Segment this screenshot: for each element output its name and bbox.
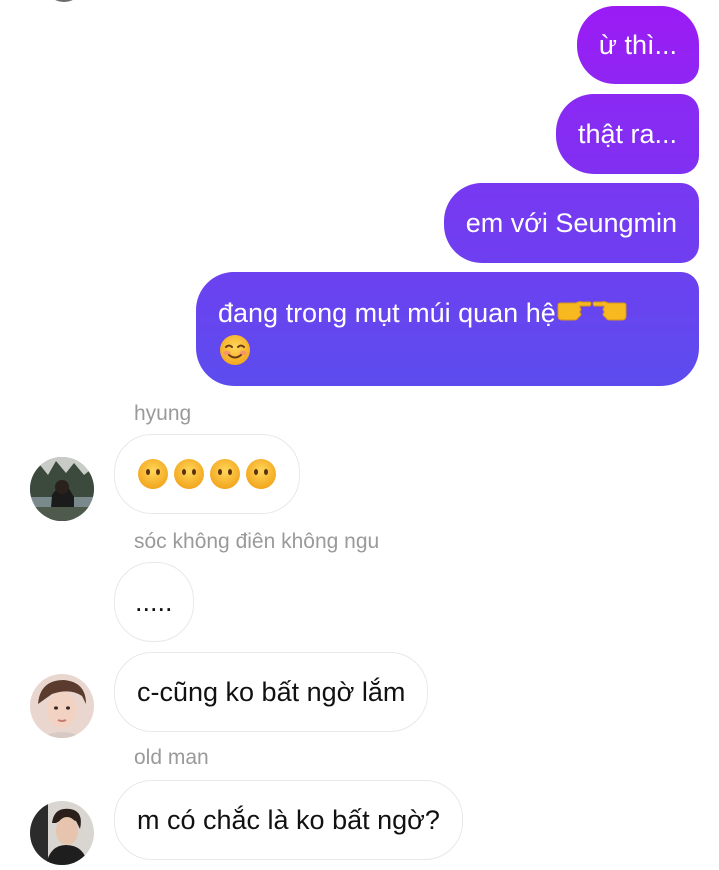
incoming-message[interactable]: c-cũng ko bất ngờ lắm [114,652,429,732]
emoji-row [137,458,277,490]
outgoing-message[interactable]: thật ra... [555,94,699,174]
avatar[interactable] [30,801,94,865]
avatar[interactable] [30,674,94,738]
no-mouth-face-icon [137,458,169,490]
no-mouth-face-icon [245,458,277,490]
incoming-message[interactable]: m có chắc là ko bất ngờ? [114,780,463,860]
message-text: thật ra... [577,119,677,149]
outgoing-message[interactable]: đang trong mụt múi quan hệ [196,272,699,386]
pointing-left-icon [592,297,628,333]
message-text: ..... [135,587,173,617]
no-mouth-face-icon [173,458,205,490]
pointing-right-icon [556,297,592,333]
outgoing-message[interactable]: em với Seungmin [443,183,699,263]
incoming-message[interactable]: ..... [114,562,194,642]
no-mouth-face-icon [209,458,241,490]
outgoing-message[interactable]: ừ thì... [576,6,699,84]
avatar[interactable] [44,0,84,2]
message-text: em với Seungmin [465,208,677,238]
sender-name: sóc không điên không ngu [134,530,380,553]
smiling-face-icon [218,333,252,375]
message-text: c-cũng ko bất ngờ lắm [137,677,406,707]
message-text: đang trong mụt múi quan hệ [218,298,556,328]
avatar[interactable] [30,457,94,521]
message-text: ừ thì... [598,30,677,60]
incoming-message[interactable] [114,434,300,514]
message-text: m có chắc là ko bất ngờ? [137,805,440,835]
sender-name: hyung [134,402,192,425]
sender-name: old man [134,746,209,769]
